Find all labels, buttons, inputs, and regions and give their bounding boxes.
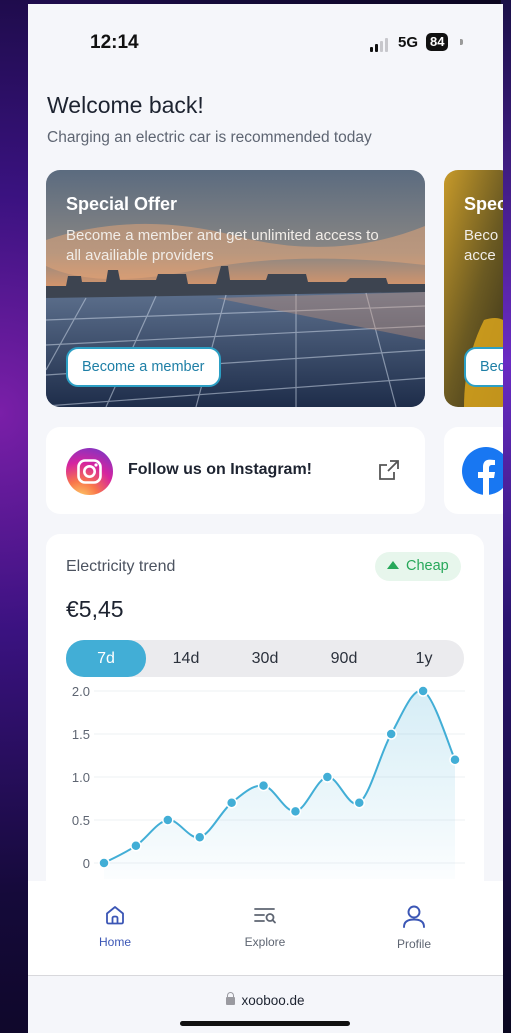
profile-icon: [403, 905, 425, 928]
tab-home[interactable]: Home: [70, 903, 160, 949]
y-tick-label: 0.5: [72, 813, 90, 828]
network-label: 5G: [398, 34, 419, 51]
data-point[interactable]: [193, 831, 206, 843]
battery-icon: 84: [426, 33, 449, 51]
y-tick-label: 2.0: [72, 684, 90, 699]
page-title: Welcome back!: [47, 92, 204, 118]
facebook-icon: [462, 447, 503, 495]
instagram-label: Follow us on Instagram!: [128, 461, 313, 478]
lock-icon: [226, 992, 236, 1005]
range-90d[interactable]: 90d: [304, 640, 384, 677]
special-offer-card[interactable]: Special Offer Become a member and get un…: [46, 170, 425, 407]
facebook-card[interactable]: [444, 427, 503, 514]
y-tick-label: 1.0: [72, 770, 90, 785]
tab-explore[interactable]: Explore: [220, 903, 310, 949]
trend-label: Electricity trend: [66, 558, 176, 575]
y-tick-label: 0: [83, 856, 90, 871]
status-bar: 12:14 5G 84: [28, 4, 503, 74]
range-selector: 7d 14d 30d 90d 1y: [66, 640, 464, 677]
electricity-trend-chart: 2.0 1.5 1.0 0.5 0: [72, 684, 465, 879]
url-text: xooboo.de: [241, 993, 305, 1008]
data-point[interactable]: [130, 840, 142, 852]
offer-text: Become a member and get unlimited access…: [66, 227, 379, 264]
data-point[interactable]: [225, 797, 238, 809]
cheap-badge-label: Cheap: [406, 558, 449, 574]
data-point[interactable]: [385, 728, 397, 740]
data-point[interactable]: [321, 771, 334, 783]
data-point[interactable]: [417, 685, 429, 697]
tab-home-label: Home: [98, 935, 131, 949]
status-time: 12:14: [90, 32, 139, 53]
become-member-button[interactable]: Become a member: [66, 347, 221, 387]
tab-profile[interactable]: Profile: [369, 903, 459, 951]
offer-button-2[interactable]: Bec: [464, 347, 503, 387]
triangle-up-icon: [387, 561, 399, 569]
browser-url-bar[interactable]: xooboo.de: [28, 976, 503, 1033]
data-point[interactable]: [98, 857, 110, 869]
instagram-card[interactable]: Follow us on Instagram!: [46, 427, 425, 514]
y-tick-label: 1.5: [72, 727, 90, 742]
cheap-badge: Cheap: [375, 552, 461, 581]
battery-tip: [460, 39, 463, 45]
range-30d[interactable]: 30d: [226, 640, 304, 677]
phone-screen: 12:14 5G 84 Welcome back! Charging an el…: [28, 4, 503, 1033]
offer-text-2: Beco acce: [464, 227, 499, 264]
range-14d[interactable]: 14d: [146, 640, 226, 677]
home-icon: [106, 906, 124, 925]
price-value: €5,45: [66, 596, 124, 622]
data-point[interactable]: [257, 779, 270, 792]
data-point[interactable]: [353, 797, 366, 809]
special-offer-card-2[interactable]: Spec Beco acce Bec: [444, 170, 503, 407]
home-indicator: [180, 1021, 350, 1026]
page-subtitle: Charging an electric car is recommended …: [47, 129, 372, 146]
data-point[interactable]: [162, 814, 174, 826]
bottom-tab-bar: Home Explore Profile: [28, 881, 503, 976]
tab-profile-label: Profile: [396, 937, 431, 951]
range-7d[interactable]: 7d: [66, 640, 146, 677]
offer-title: Special Offer: [66, 194, 178, 214]
range-1y[interactable]: 1y: [384, 640, 464, 677]
explore-icon: [254, 908, 276, 924]
offer-title-2: Spec: [464, 194, 503, 214]
electricity-trend-card: Electricity trend Cheap €5,45 7d 14d 30d…: [46, 534, 484, 894]
external-link-icon[interactable]: [377, 458, 401, 482]
url-display: xooboo.de: [28, 992, 503, 1008]
trend-area: [104, 690, 455, 879]
data-point[interactable]: [449, 754, 461, 766]
signal-icon: [370, 38, 392, 52]
instagram-icon: [66, 448, 113, 495]
tab-explore-label: Explore: [244, 935, 286, 949]
data-point[interactable]: [289, 805, 302, 818]
